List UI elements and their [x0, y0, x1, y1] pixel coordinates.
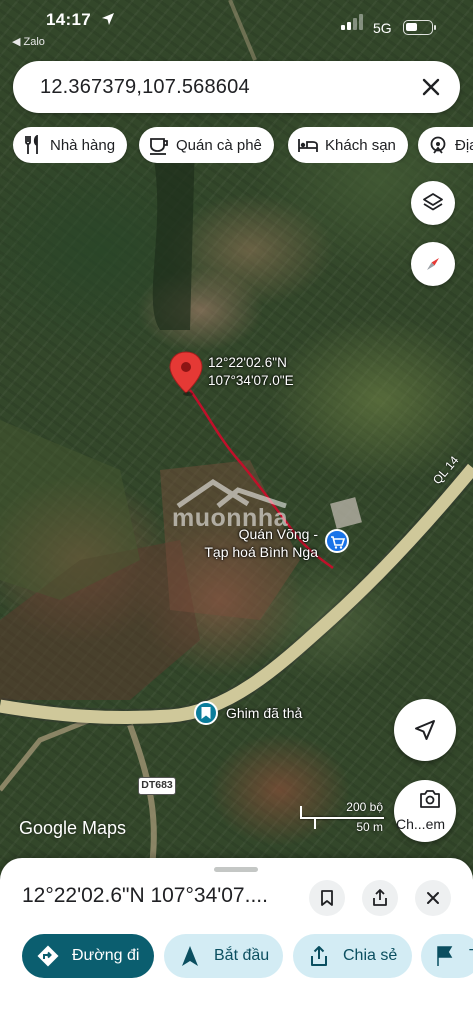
compass-icon — [427, 258, 439, 270]
shop-name-line1: Quán Võng - — [238, 526, 318, 542]
pin-lng: 107°34'07.0"E — [208, 373, 294, 388]
chip-label: Nhà hàng — [50, 136, 116, 154]
chip-hotels[interactable]: Khách sạn — [288, 127, 408, 163]
sheet-drag-handle[interactable] — [214, 867, 258, 872]
shop-poi-icon — [325, 529, 349, 553]
shortcut-label: Ch...em — [396, 816, 446, 832]
chip-attractions[interactable]: Địa — [418, 127, 473, 163]
close-sheet-button[interactable] — [415, 880, 451, 916]
pin-lat: 12°22'02.6"N — [208, 355, 287, 370]
navigation-icon — [178, 944, 202, 968]
search-query[interactable]: 12.367379,107.568604 — [40, 76, 250, 99]
share-action-button[interactable]: Chia sẻ — [293, 934, 412, 978]
navigation-arrow-icon — [415, 720, 435, 740]
watermark-logo: muonnha — [168, 478, 298, 532]
directions-button[interactable]: Đường đi — [22, 934, 154, 978]
shop-poi-label[interactable]: Quán Võng - Tạp hoá Bình Nga — [190, 525, 318, 561]
signal-icon — [341, 14, 363, 30]
location-pin-icon — [169, 351, 203, 396]
close-icon — [427, 892, 439, 904]
fork-knife-icon — [25, 135, 38, 154]
flag-icon — [433, 944, 457, 968]
status-time: 14:17 — [46, 10, 91, 29]
coffee-cup-icon — [150, 138, 168, 155]
back-to-zalo-link[interactable]: ◀ Zalo — [12, 35, 45, 48]
share-icon — [373, 889, 387, 906]
label-button[interactable]: T — [421, 934, 473, 978]
directions-icon — [36, 944, 60, 968]
compass-button[interactable] — [411, 242, 455, 286]
chip-label: Khách sạn — [325, 136, 396, 154]
my-location-button[interactable] — [394, 699, 456, 761]
layers-button[interactable] — [411, 181, 455, 225]
place-title: 12°22'02.6"N 107°34'07.... — [22, 884, 268, 907]
dropped-pin-label[interactable]: Ghim đã thả — [226, 704, 302, 722]
status-bar: 14:17 ◀ Zalo 5G — [0, 8, 473, 48]
bookmark-icon — [321, 890, 333, 906]
share-label: Chia sẻ — [343, 947, 398, 964]
pin-coordinates-label: 12°22'02.6"N 107°34'07.0"E — [208, 354, 294, 390]
scale-metric: 50 m — [356, 820, 383, 834]
scale-tick — [300, 806, 302, 818]
chip-restaurants[interactable]: Nhà hàng — [13, 127, 128, 163]
chip-cafes[interactable]: Quán cà phê — [139, 127, 274, 163]
save-button[interactable] — [309, 880, 345, 916]
battery-icon — [403, 20, 436, 35]
battery-level — [406, 23, 417, 31]
scale-imperial: 200 bộ — [346, 800, 383, 814]
start-button[interactable]: Bắt đầu — [164, 934, 283, 978]
place-bottom-sheet[interactable]: 12°22'02.6"N 107°34'07.... Đường đi Bắt … — [0, 858, 473, 1024]
scale-tick — [314, 817, 316, 829]
directions-label: Đường đi — [72, 947, 140, 964]
close-icon[interactable] — [416, 72, 446, 102]
layers-icon — [423, 193, 443, 211]
camera-icon — [420, 790, 440, 808]
label-button-text: T — [469, 947, 473, 965]
chip-label: Địa — [455, 136, 473, 154]
attraction-icon — [430, 136, 446, 154]
chip-label: Quán cà phê — [176, 136, 262, 154]
dropped-pin-poi-icon — [194, 701, 218, 725]
map-scale: 200 bộ 50 m — [296, 800, 388, 834]
network-type: 5G — [373, 20, 392, 36]
shortcut-button[interactable]: Ch...em — [394, 780, 456, 842]
bed-icon — [298, 139, 318, 152]
route-shield-dt683: DT683 — [138, 777, 176, 795]
category-chips: Nhà hàng Quán cà phê Khách sạn Địa — [13, 127, 473, 163]
share-icon — [307, 944, 331, 968]
start-label: Bắt đầu — [214, 947, 270, 964]
search-bar[interactable]: 12.367379,107.568604 — [13, 61, 460, 113]
share-button[interactable] — [362, 880, 398, 916]
scale-bar — [300, 817, 384, 819]
google-maps-logo: Google Maps — [19, 818, 127, 838]
shop-name-line2: Tạp hoá Bình Nga — [204, 544, 318, 560]
location-arrow-icon — [102, 13, 114, 25]
